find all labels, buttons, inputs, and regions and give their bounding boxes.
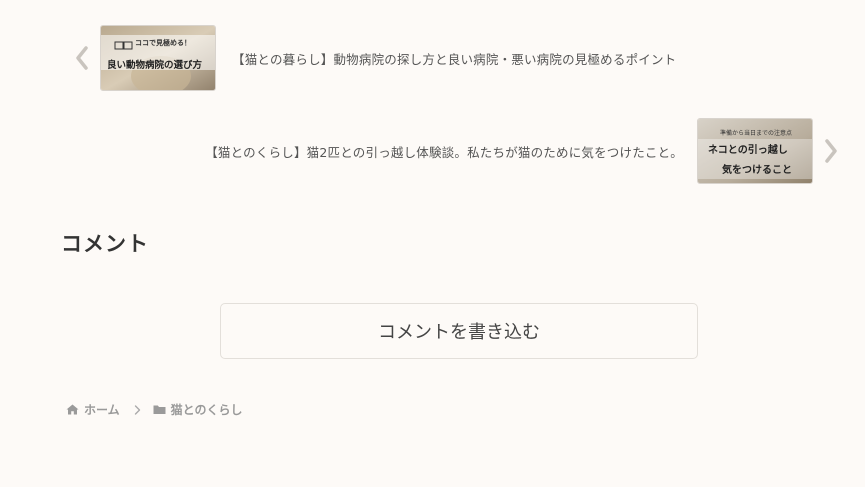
prev-post-title: 【猫との暮らし】動物病院の探し方と良い病院・悪い病院の見極めるポイント — [232, 51, 677, 67]
prev-post-link[interactable]: ココで見極める！ 良い動物病院の選び方 【猫との暮らし】動物病院の探し方と良い病… — [70, 24, 676, 92]
breadcrumb-separator-icon — [134, 404, 141, 415]
breadcrumb-category[interactable]: 猫とのくらし — [153, 401, 243, 418]
home-icon — [66, 404, 79, 415]
prev-thumb-caption-main: 良い動物病院の選び方 — [107, 60, 203, 71]
next-thumb-caption-line2: 気をつけること — [722, 165, 792, 176]
page: ココで見極める！ 良い動物病院の選び方 【猫との暮らし】動物病院の探し方と良い病… — [0, 0, 865, 487]
chevron-right-icon — [819, 131, 843, 171]
breadcrumb-category-label: 猫とのくらし — [170, 403, 243, 417]
next-post-thumbnail: 準備から当日までの注意点 ネコとの引っ越し 気をつけること — [697, 118, 813, 184]
breadcrumb-home-label: ホーム — [84, 403, 120, 417]
write-comment-button[interactable]: コメントを書き込む — [220, 303, 698, 359]
next-post-title: 【猫とのくらし】猫2匹との引っ越し体験談。私たちが猫のために気をつけたこと。 — [205, 144, 683, 160]
chevron-left-icon — [70, 38, 94, 78]
next-thumb-caption-top: 準備から当日までの注意点 — [720, 130, 793, 137]
next-thumb-caption-line1: ネコとの引っ越し — [708, 145, 788, 156]
comment-heading: コメント — [61, 232, 149, 256]
breadcrumb: ホーム 猫とのくらし — [66, 401, 243, 418]
folder-icon — [153, 404, 166, 415]
prev-post-thumbnail: ココで見極める！ 良い動物病院の選び方 — [100, 25, 216, 91]
breadcrumb-home[interactable]: ホーム — [66, 401, 120, 418]
prev-thumb-caption-top: ココで見極める！ — [135, 39, 191, 47]
next-post-link[interactable]: 【猫とのくらし】猫2匹との引っ越し体験談。私たちが猫のために気をつけたこと。 準… — [205, 117, 843, 185]
